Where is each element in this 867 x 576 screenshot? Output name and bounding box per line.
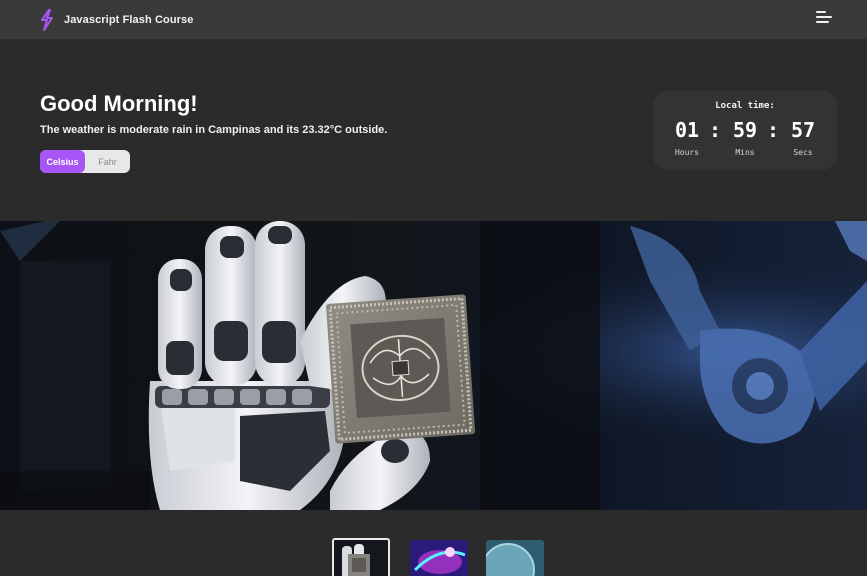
thumbnail-strip [0,510,867,576]
lightning-bolt-icon [41,8,53,31]
local-time-label: Local time: [715,101,775,111]
featured-image [0,221,867,510]
temperature-unit-toggle[interactable]: Celsius Fahr [40,150,130,173]
weather-text: The weather is moderate rain in Campinas… [40,124,388,136]
seconds-label: Secs [793,148,813,157]
thumbnail-robot-hand[interactable] [332,538,390,576]
clock-minutes: 59 [732,118,758,142]
robot-hand-chip-image [0,221,867,510]
thumbnail-planet[interactable] [486,540,544,576]
clock-separator: : [709,118,722,142]
greeting-heading: Good Morning! [40,91,198,116]
hamburger-menu-icon[interactable] [816,11,832,25]
minutes-label: Mins [735,148,755,157]
clock-seconds: 57 [790,118,816,142]
hero-section: Good Morning! The weather is moderate ra… [0,39,867,221]
brand[interactable]: Javascript Flash Course [38,0,193,39]
thumbnail-neon-abstract[interactable] [410,540,468,576]
celsius-option[interactable]: Celsius [40,150,85,173]
app-title: Javascript Flash Course [64,13,194,26]
hours-label: Hours [674,148,700,157]
clock-hours: 01 [674,118,700,142]
local-time-card: Local time: 01 : 59 : 57 Hours Mins Secs [653,91,837,170]
clock-separator: : [767,118,780,142]
top-navbar: Javascript Flash Course [0,0,867,39]
fahrenheit-option[interactable]: Fahr [85,150,130,173]
